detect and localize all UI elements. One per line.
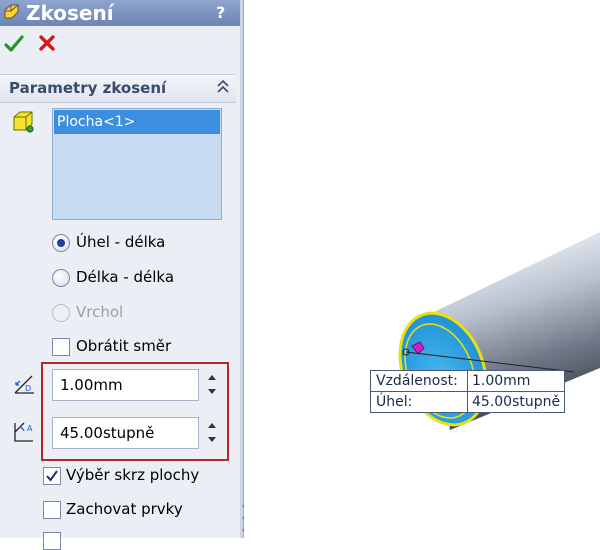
spin-down-icon[interactable] bbox=[208, 389, 216, 394]
vertex-label: Vrchol bbox=[76, 303, 124, 321]
help-button[interactable]: ? bbox=[216, 0, 225, 26]
cross-icon[interactable] bbox=[38, 34, 56, 52]
property-manager: Zkosení ? Parametry zkosení Plocha<1> Úh… bbox=[0, 0, 240, 550]
group-header[interactable]: Parametry zkosení bbox=[0, 74, 236, 103]
selection-list-item[interactable]: Plocha<1> bbox=[54, 110, 220, 134]
collapse-chevron-icon[interactable] bbox=[216, 78, 230, 96]
tangent-propagation-label: Výběr skrz plochy bbox=[66, 466, 200, 484]
callout-distance-label: Vzdálenost: bbox=[371, 371, 468, 391]
callout-row-angle[interactable]: Úhel: 45.00stupně bbox=[371, 391, 565, 412]
tangent-propagation-checkbox[interactable] bbox=[43, 467, 61, 485]
callout-angle-value[interactable]: 45.00stupně bbox=[468, 392, 564, 412]
graphics-viewport[interactable] bbox=[244, 0, 600, 538]
callout-angle-label: Úhel: bbox=[371, 392, 468, 412]
distance-distance-radio[interactable] bbox=[52, 269, 70, 287]
svg-text:A: A bbox=[27, 424, 33, 433]
angle-spinner[interactable] bbox=[204, 417, 222, 449]
callout-distance-value[interactable]: 1.00mm bbox=[468, 371, 563, 391]
distance-spinner[interactable] bbox=[204, 369, 222, 401]
check-icon[interactable] bbox=[4, 34, 24, 54]
title-bar: Zkosení ? bbox=[0, 0, 240, 26]
checkmark-icon bbox=[46, 470, 58, 482]
group-title: Parametry zkosení bbox=[9, 79, 167, 97]
distance-distance-label: Délka - délka bbox=[76, 268, 175, 286]
callout-row-distance[interactable]: Vzdálenost: 1.00mm bbox=[371, 371, 564, 391]
chamfer-feature-icon bbox=[4, 4, 19, 19]
angle-distance-label: Úhel - délka bbox=[76, 233, 166, 251]
page-title: Zkosení bbox=[26, 1, 114, 25]
reverse-direction-label: Obrátit směr bbox=[76, 337, 172, 355]
face-selection-icon bbox=[13, 111, 34, 133]
dimension-callout[interactable]: Vzdálenost: 1.00mm Úhel: 45.00stupně bbox=[370, 370, 566, 413]
spin-down-icon[interactable] bbox=[208, 437, 216, 442]
keep-features-checkbox[interactable] bbox=[43, 501, 61, 519]
spin-up-icon[interactable] bbox=[208, 423, 216, 428]
distance-icon: D bbox=[14, 375, 34, 394]
keep-features-label: Zachovat prvky bbox=[66, 500, 183, 518]
selection-list[interactable]: Plocha<1> bbox=[52, 108, 222, 220]
spin-up-icon[interactable] bbox=[208, 375, 216, 380]
next-option-checkbox[interactable] bbox=[43, 532, 61, 550]
angle-field[interactable]: 45.00stupně bbox=[52, 417, 199, 449]
angle-icon: A bbox=[14, 422, 33, 442]
angle-distance-radio[interactable] bbox=[52, 234, 70, 252]
reverse-direction-checkbox[interactable] bbox=[52, 338, 70, 356]
svg-text:D: D bbox=[25, 384, 31, 393]
vertex-radio bbox=[52, 304, 70, 322]
cylinder-model[interactable] bbox=[244, 0, 600, 538]
distance-field[interactable]: 1.00mm bbox=[52, 369, 199, 401]
